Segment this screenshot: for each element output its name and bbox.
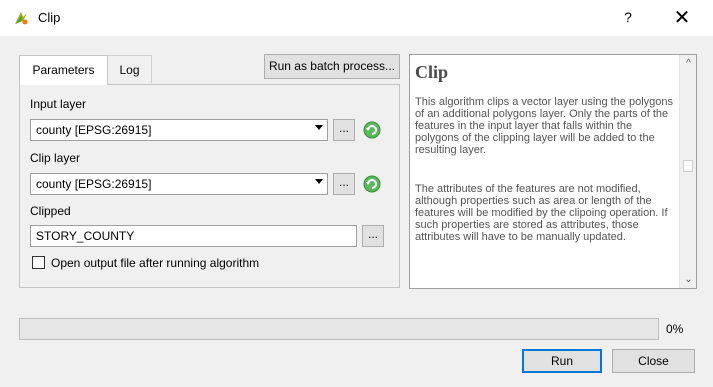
tab-log[interactable]: Log <box>108 55 152 83</box>
clip-layer-label: Clip layer <box>30 151 81 165</box>
help-button[interactable]: ? <box>620 9 636 25</box>
chevron-up-icon[interactable]: ^ <box>680 55 696 72</box>
chevron-down-icon <box>315 125 323 130</box>
help-scrollbar[interactable]: ^ ⌄ <box>679 55 696 288</box>
chevron-down-icon[interactable]: ⌄ <box>680 271 696 288</box>
iterate-refresh-icon[interactable] <box>362 120 382 140</box>
title-bar: Clip ? ✕ <box>0 0 713 36</box>
qgis-logo-icon <box>15 12 28 25</box>
tab-parameters[interactable]: Parameters <box>19 55 108 85</box>
window-title: Clip <box>38 10 61 25</box>
clip-layer-browse-button[interactable]: ... <box>333 173 355 195</box>
close-window-button[interactable]: ✕ <box>670 5 694 30</box>
open-output-label: Open output file after running algorithm <box>51 256 260 270</box>
input-layer-value: county [EPSG:26915] <box>36 123 152 137</box>
help-paragraph: This algorithm clips a vector layer usin… <box>415 96 674 156</box>
clip-layer-value: county [EPSG:26915] <box>36 177 152 191</box>
clip-layer-combo[interactable]: county [EPSG:26915] <box>30 173 328 195</box>
input-layer-label: Input layer <box>30 97 87 111</box>
run-button[interactable]: Run <box>522 349 602 373</box>
parameters-panel: Input layer county [EPSG:26915] ... Clip… <box>19 84 400 288</box>
input-layer-browse-button[interactable]: ... <box>333 119 355 141</box>
open-output-checkbox[interactable] <box>32 256 45 269</box>
clipped-browse-button[interactable]: ... <box>362 225 384 247</box>
help-paragraph: The attributes of the features are not m… <box>415 183 668 243</box>
input-layer-combo[interactable]: county [EPSG:26915] <box>30 119 328 141</box>
help-panel: Clip This algorithm clips a vector layer… <box>409 54 697 289</box>
progress-bar <box>19 318 659 340</box>
clipped-output-field[interactable]: STORY_COUNTY <box>30 225 357 247</box>
clipped-label: Clipped <box>30 204 71 218</box>
iterate-refresh-icon[interactable] <box>362 174 382 194</box>
help-title: Clip <box>415 62 449 82</box>
progress-percent: 0% <box>666 322 684 336</box>
scroll-thumb[interactable] <box>683 160 693 172</box>
chevron-down-icon <box>315 179 323 184</box>
close-button[interactable]: Close <box>612 349 695 373</box>
run-as-batch-process-button[interactable]: Run as batch process... <box>264 54 400 79</box>
